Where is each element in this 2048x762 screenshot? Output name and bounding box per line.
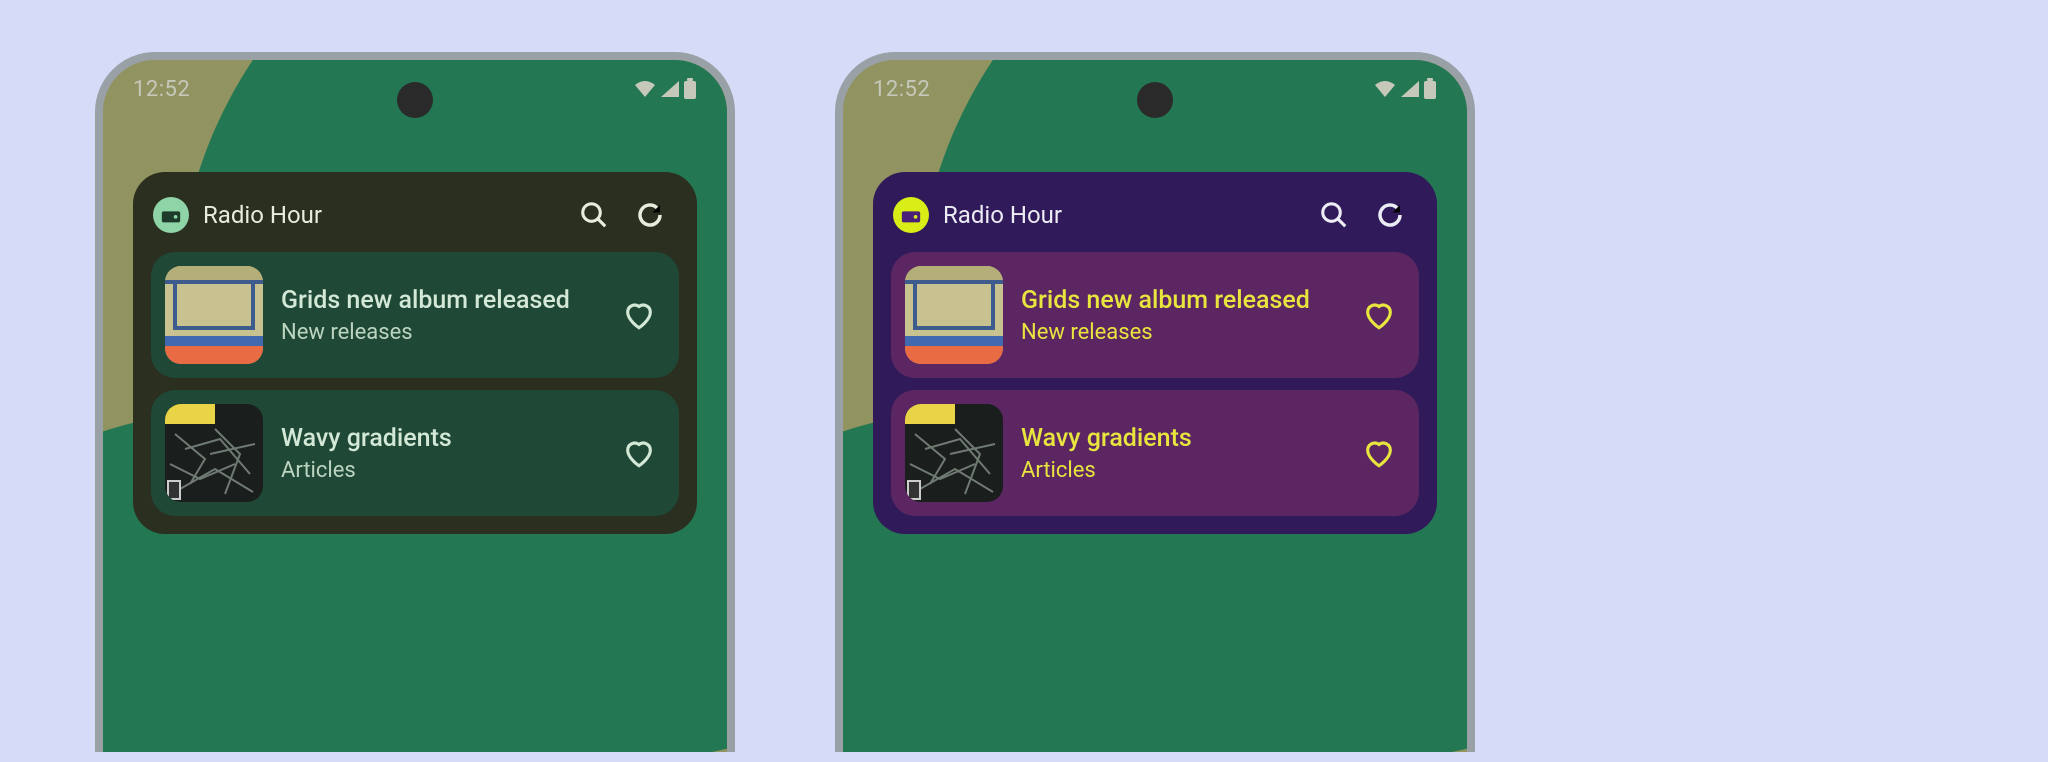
status-icons [1373,78,1437,100]
radio-icon [900,204,922,226]
content-card[interactable]: Wavy gradients Articles [891,390,1419,516]
battery-icon [1423,78,1437,100]
card-title: Grids new album released [1021,285,1339,316]
wifi-icon [1373,79,1397,99]
favorite-button[interactable] [1357,431,1401,475]
battery-icon [683,78,697,100]
refresh-button[interactable] [1369,194,1411,236]
card-thumbnail [165,266,263,364]
search-icon [579,200,609,230]
phone-mockup-green-theme: 12:52 Radio Hour Grids new album [95,52,735,752]
card-thumbnail [905,404,1003,502]
heart-icon [1362,436,1396,470]
content-card[interactable]: Grids new album released New releases [891,252,1419,378]
favorite-button[interactable] [617,431,661,475]
favorite-button[interactable] [1357,293,1401,337]
card-title: Wavy gradients [1021,423,1339,454]
radio-hour-widget: Radio Hour Grids new album released New … [873,172,1437,534]
content-card[interactable]: Grids new album released New releases [151,252,679,378]
signal-icon [1399,79,1421,99]
search-button[interactable] [1313,194,1355,236]
widget-header: Radio Hour [151,190,679,252]
card-text: Wavy gradients Articles [281,423,599,483]
status-time: 12:52 [133,77,190,102]
card-text: Grids new album released New releases [281,285,599,345]
refresh-button[interactable] [629,194,671,236]
card-title: Grids new album released [281,285,599,316]
signal-icon [659,79,681,99]
radio-icon [160,204,182,226]
card-subtitle: New releases [281,320,599,345]
search-button[interactable] [573,194,615,236]
refresh-icon [1375,200,1405,230]
card-subtitle: Articles [1021,458,1339,483]
widget-title: Radio Hour [943,201,1299,229]
widget-title: Radio Hour [203,201,559,229]
heart-icon [1362,298,1396,332]
search-icon [1319,200,1349,230]
heart-icon [622,298,656,332]
wifi-icon [633,79,657,99]
card-thumbnail [165,404,263,502]
card-text: Wavy gradients Articles [1021,423,1339,483]
heart-icon [622,436,656,470]
status-time: 12:52 [873,77,930,102]
app-icon[interactable] [893,197,929,233]
radio-hour-widget: Radio Hour Grids new album released New … [133,172,697,534]
app-icon[interactable] [153,197,189,233]
status-icons [633,78,697,100]
card-subtitle: Articles [281,458,599,483]
camera-cutout [1137,82,1173,118]
phone-mockup-purple-theme: 12:52 Radio Hour Grids new album [835,52,1475,752]
card-title: Wavy gradients [281,423,599,454]
favorite-button[interactable] [617,293,661,337]
camera-cutout [397,82,433,118]
card-subtitle: New releases [1021,320,1339,345]
card-text: Grids new album released New releases [1021,285,1339,345]
refresh-icon [635,200,665,230]
content-card[interactable]: Wavy gradients Articles [151,390,679,516]
card-thumbnail [905,266,1003,364]
widget-header: Radio Hour [891,190,1419,252]
